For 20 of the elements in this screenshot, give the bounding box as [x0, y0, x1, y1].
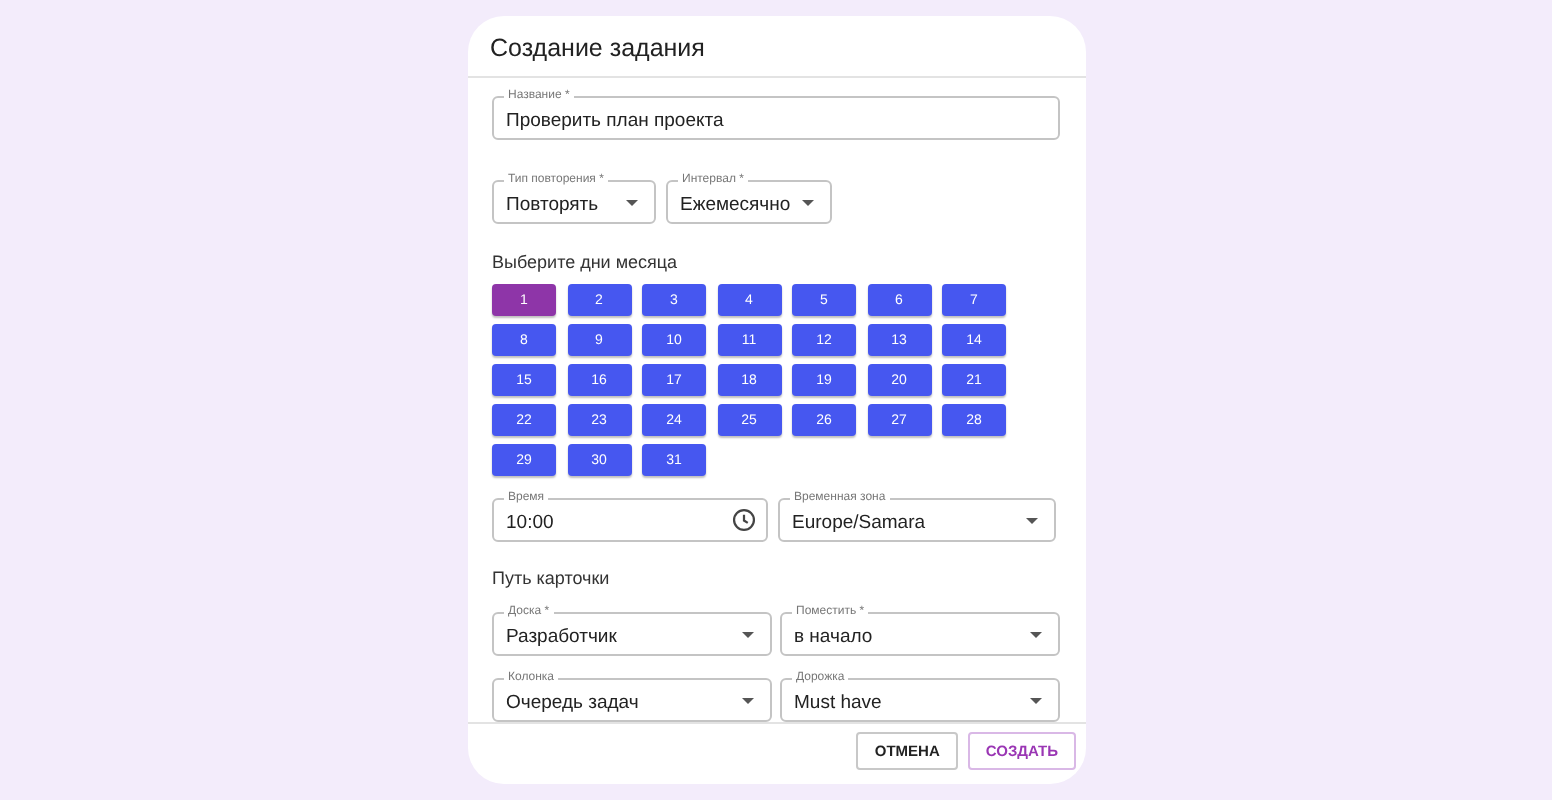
section-label: Путь карточки	[492, 568, 612, 589]
clock-icon	[732, 508, 756, 533]
field-value: 10:00	[506, 509, 554, 534]
caret-icon	[626, 200, 638, 207]
field-value: в начало	[794, 623, 873, 648]
field-value: Ежемесячно	[680, 191, 791, 216]
caret-icon	[742, 698, 754, 705]
field-value: Must have	[794, 689, 882, 714]
field-value: Проверить план проекта	[506, 107, 724, 132]
field-value: Разработчик	[506, 623, 617, 648]
caret-icon	[742, 632, 754, 639]
caret-icon	[1030, 632, 1042, 639]
field-value: Повторять	[506, 191, 599, 216]
caret-icon	[1030, 698, 1042, 705]
dialog-title: Создание задания	[490, 32, 705, 63]
field-value: Europe/Samara	[792, 509, 926, 534]
field-value: Очередь задач	[506, 689, 639, 714]
caret-icon	[1026, 518, 1038, 525]
caret-icon	[802, 200, 814, 207]
section-label: Выберите дни месяца	[492, 252, 680, 273]
